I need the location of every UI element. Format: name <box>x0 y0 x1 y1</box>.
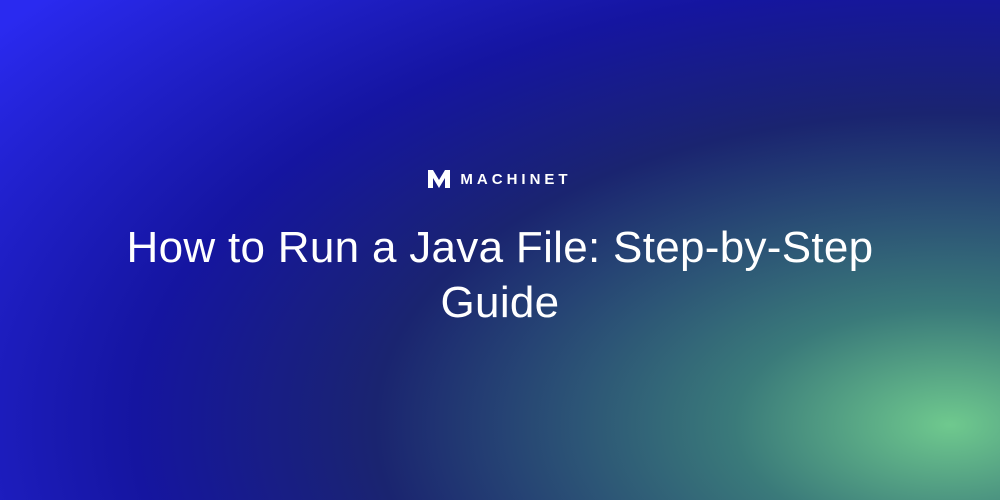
page-title: How to Run a Java File: Step-by-Step Gui… <box>90 220 910 330</box>
brand-name: MACHINET <box>460 171 571 188</box>
hero-banner: MACHINET How to Run a Java File: Step-by… <box>0 0 1000 500</box>
brand-container: MACHINET <box>428 170 571 188</box>
machinet-logo-icon <box>428 170 450 188</box>
